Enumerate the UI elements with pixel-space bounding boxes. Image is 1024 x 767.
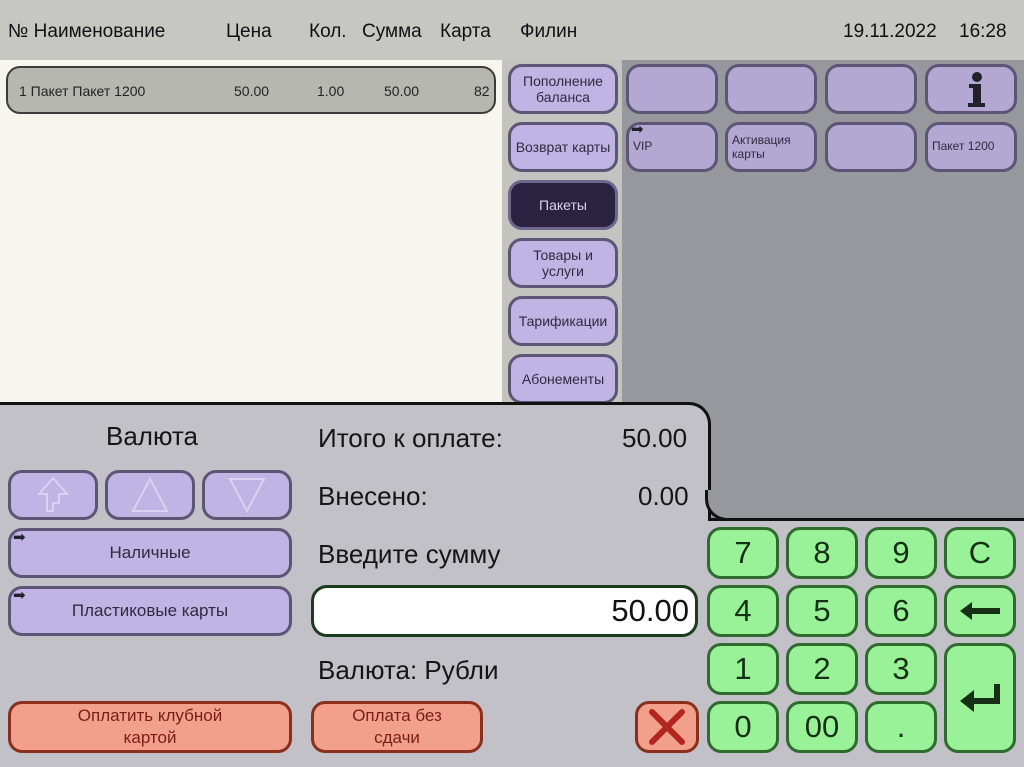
key-8[interactable]: 8 xyxy=(786,527,858,579)
cancel-button[interactable] xyxy=(635,701,699,753)
scroll-down-button[interactable] xyxy=(202,470,292,520)
item-tile-package-1200[interactable]: Пакет 1200 xyxy=(925,122,1017,172)
order-item-card: 82 xyxy=(474,83,490,99)
key-2[interactable]: 2 xyxy=(786,643,858,695)
key-enter[interactable] xyxy=(944,643,1016,753)
scroll-up-button[interactable] xyxy=(105,470,195,520)
item-tile-vip[interactable]: ➡ VIP xyxy=(626,122,718,172)
arrow-icon: ➡ xyxy=(13,529,26,546)
total-label: Итого к оплате: xyxy=(318,423,503,453)
arrow-icon: ➡ xyxy=(631,121,644,138)
key-decimal[interactable]: . xyxy=(865,701,937,753)
column-qty: Кол. xyxy=(309,21,347,42)
key-1[interactable]: 1 xyxy=(707,643,779,695)
order-item-name: 1 Пакет Пакет 1200 xyxy=(19,83,146,99)
column-price: Цена xyxy=(226,21,272,42)
key-7[interactable]: 7 xyxy=(707,527,779,579)
close-icon xyxy=(649,709,685,745)
key-6[interactable]: 6 xyxy=(865,585,937,637)
info-icon xyxy=(968,72,985,107)
order-item-qty: 1.00 xyxy=(317,83,345,99)
category-packages[interactable]: Пакеты xyxy=(508,180,618,230)
order-list[interactable]: 1 Пакет Пакет 1200 50.00 1.00 50.00 82 xyxy=(0,60,502,405)
key-3[interactable]: 3 xyxy=(865,643,937,695)
payment-method-label: Пластиковые карты xyxy=(71,601,229,620)
paid-label: Внесено: xyxy=(318,481,428,511)
item-tile-empty-3[interactable] xyxy=(825,64,917,114)
enter-icon xyxy=(960,684,1000,712)
order-row[interactable]: 1 Пакет Пакет 1200 50.00 1.00 50.00 82 xyxy=(6,66,496,114)
key-9[interactable]: 9 xyxy=(865,527,937,579)
category-panel: Пополнение баланса Возврат карты Пакеты … xyxy=(502,60,622,405)
enter-amount-label: Введите сумму xyxy=(318,539,501,569)
paid-value: 0.00 xyxy=(638,481,689,511)
triangle-up-icon xyxy=(131,476,169,512)
column-sum: Сумма xyxy=(362,21,422,42)
info-button[interactable] xyxy=(925,64,1017,114)
payment-method-card[interactable]: ➡ Пластиковые карты xyxy=(8,586,292,636)
triangle-down-icon xyxy=(228,478,266,514)
column-card: Карта xyxy=(440,21,491,42)
payment-method-cash[interactable]: ➡ Наличные xyxy=(8,528,292,578)
pay-club-card-button[interactable]: Оплатить клубной картой xyxy=(8,701,292,753)
amount-input[interactable] xyxy=(311,585,698,637)
item-label: VIP xyxy=(633,139,653,153)
key-4[interactable]: 4 xyxy=(707,585,779,637)
scroll-top-button[interactable] xyxy=(8,470,98,520)
pay-no-change-label: Оплата без сдачи xyxy=(352,706,442,747)
item-label: Активация карты xyxy=(732,133,791,161)
category-card-return[interactable]: Возврат карты xyxy=(508,122,618,172)
order-item-sum: 50.00 xyxy=(384,83,420,99)
category-goods-services[interactable]: Товары и услуги xyxy=(508,238,618,288)
key-clear[interactable]: C xyxy=(944,527,1016,579)
category-tariffs[interactable]: Тарификации xyxy=(508,296,618,346)
arrow-icon: ➡ xyxy=(13,587,26,604)
order-item-price: 50.00 xyxy=(234,83,270,99)
key-5[interactable]: 5 xyxy=(786,585,858,637)
payment-method-label: Наличные xyxy=(109,543,191,562)
operator-name: Филин xyxy=(520,21,578,42)
item-tile-card-activation[interactable]: Активация карты xyxy=(725,122,817,172)
item-tile-empty-4[interactable] xyxy=(825,122,917,172)
backspace-icon xyxy=(960,602,1000,620)
arrow-up-icon xyxy=(36,476,70,512)
current-date: 19.11.2022 xyxy=(843,21,937,42)
item-label: Пакет 1200 xyxy=(932,139,995,153)
pay-no-change-button[interactable]: Оплата без сдачи xyxy=(311,701,483,753)
total-value: 50.00 xyxy=(622,423,688,453)
currency-title: Валюта xyxy=(106,421,198,451)
category-balance-topup[interactable]: Пополнение баланса xyxy=(508,64,618,114)
column-no-name: № Наименование xyxy=(8,21,166,42)
currency-line: Валюта: Рубли xyxy=(318,655,499,685)
item-tile-empty-1[interactable] xyxy=(626,64,718,114)
pay-club-card-label: Оплатить клубной картой xyxy=(77,706,223,747)
item-tile-empty-2[interactable] xyxy=(725,64,817,114)
key-0[interactable]: 0 xyxy=(707,701,779,753)
header-bar: № Наименование Цена Кол. Сумма Карта Фил… xyxy=(0,0,1024,60)
current-time: 16:28 xyxy=(959,21,1007,42)
key-00[interactable]: 00 xyxy=(786,701,858,753)
category-subscriptions[interactable]: Абонементы xyxy=(508,354,618,404)
key-backspace[interactable] xyxy=(944,585,1016,637)
